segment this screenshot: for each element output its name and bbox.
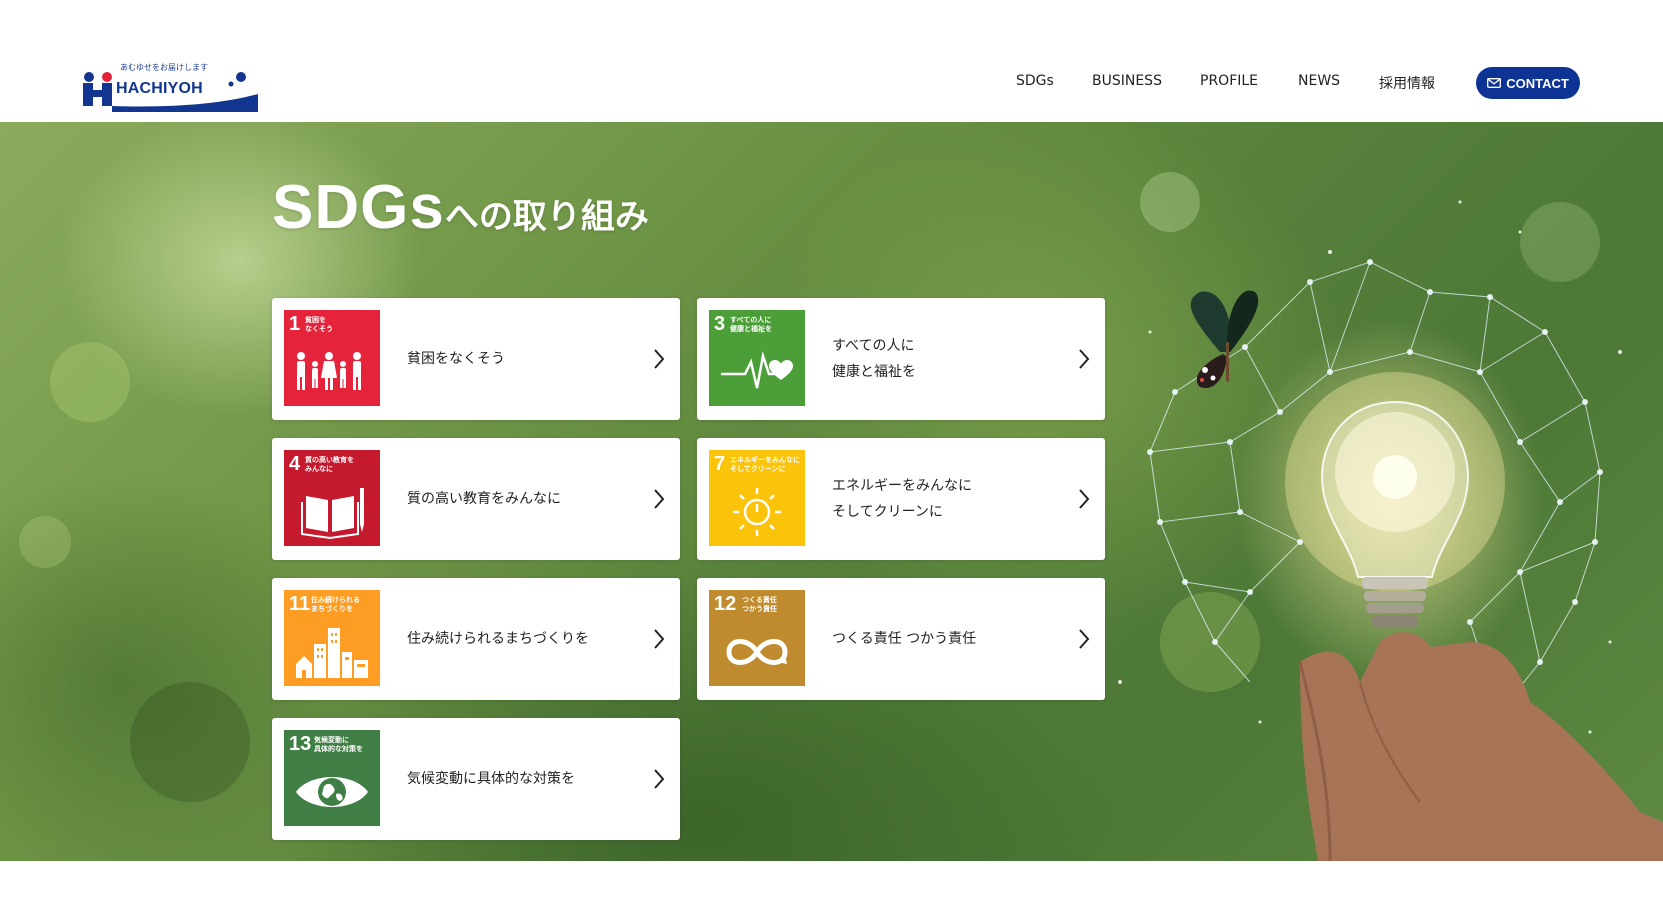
nav-item-recruit[interactable]: 採用情報 — [1379, 73, 1435, 93]
sdg-card-label-line: 健康と福祉を — [832, 364, 916, 380]
sdg-card-label: 貧困をなくそう — [407, 298, 505, 420]
sdg-card-label-line: エネルギーをみんなに — [832, 478, 972, 494]
sdg-goal-tile: 1 貧困を なくそう — [284, 310, 380, 406]
sdg-card-label-line: 貧困をなくそう — [407, 351, 505, 367]
nav-item-business[interactable]: BUSINESS — [1092, 73, 1162, 89]
sdg-goal-subtitle: 貧困を なくそう — [305, 316, 333, 333]
heartbeat-icon — [721, 351, 793, 389]
sdg-goal-number: 4 — [289, 453, 301, 475]
sdg-goal-subtitle: 気候変動に 具体的な対策を — [314, 736, 363, 753]
chevron-right-icon — [1079, 349, 1090, 369]
power-sun-icon — [733, 488, 781, 536]
sdg-card-4[interactable]: 4 質の高い教育を みんなに 質の高い教育をみんなに — [272, 438, 680, 560]
site-header: あむゆせをお届けします HACHIYOH SDGs BUSINESS PROFI… — [0, 0, 1663, 122]
chevron-right-icon — [654, 349, 665, 369]
sdg-goal-tile: 13 気候変動に 具体的な対策を — [284, 730, 380, 826]
sdg-card-label-line: 住み続けられるまちづくりを — [407, 631, 589, 647]
sdg-card-12[interactable]: 12 つくる責任 つかう責任 つくる責任 つかう責任 — [697, 578, 1105, 700]
sdg-card-label: つくる責任 つかう責任 — [832, 578, 976, 700]
earth-eye-icon — [296, 777, 368, 807]
hero-section: SDGsへの取り組み 1 貧困を なくそう 貧困をなくそう 3 すべての人に 健… — [0, 122, 1663, 861]
sdg-goal-tile: 7 エネルギーをみんなに そしてクリーンに — [709, 450, 805, 546]
sdg-goal-number: 7 — [714, 453, 726, 475]
sdg-card-11[interactable]: 11 住み続けられる まちづくりを 住み続けられるまちづくりを — [272, 578, 680, 700]
sdg-goal-tile: 4 質の高い教育を みんなに — [284, 450, 380, 546]
sdg-card-label-line: 気候変動に具体的な対策を — [407, 771, 575, 787]
chevron-right-icon — [654, 769, 665, 789]
page-title: SDGsへの取り組み — [272, 172, 649, 243]
sdg-card-label: 質の高い教育をみんなに — [407, 438, 561, 560]
sdg-card-label: 気候変動に具体的な対策を — [407, 718, 575, 840]
sdg-goal-number: 1 — [289, 313, 301, 335]
sdg-goal-tile: 12 つくる責任 つかう責任 — [709, 590, 805, 686]
contact-button[interactable]: CONTACT — [1476, 67, 1580, 99]
sdg-goal-subtitle: 質の高い教育を みんなに — [305, 456, 354, 473]
sdg-card-label-line: すべての人に — [832, 338, 915, 354]
infinity-icon — [726, 639, 788, 665]
chevron-right-icon — [1079, 629, 1090, 649]
sdg-card-13[interactable]: 13 気候変動に 具体的な対策を 気候変動に具体的な対策を — [272, 718, 680, 840]
contact-label: CONTACT — [1506, 75, 1569, 91]
nav-item-profile[interactable]: PROFILE — [1200, 73, 1258, 89]
mail-icon — [1487, 78, 1502, 88]
sdg-goal-tile: 11 住み続けられる まちづくりを — [284, 590, 380, 686]
sdg-goal-number: 11 — [289, 593, 311, 615]
chevron-right-icon — [1079, 489, 1090, 509]
sdg-goal-subtitle: すべての人に 健康と福祉を — [730, 316, 772, 333]
sdg-goal-subtitle: 住み続けられる まちづくりを — [311, 596, 360, 613]
sdg-goal-subtitle: エネルギーをみんなに そしてクリーンに — [730, 456, 800, 473]
sdg-card-label: 住み続けられるまちづくりを — [407, 578, 589, 700]
sdg-goal-number: 12 — [714, 593, 737, 615]
chevron-right-icon — [654, 629, 665, 649]
sdg-card-label: エネルギーをみんなに そしてクリーンに — [832, 438, 972, 560]
sdg-card-7[interactable]: 7 エネルギーをみんなに そしてクリーンに エネルギーをみんなに そしてクリーン… — [697, 438, 1105, 560]
page-title-main: SDGs — [272, 173, 445, 242]
sdg-goal-tile: 3 すべての人に 健康と福祉を — [709, 310, 805, 406]
chevron-right-icon — [654, 489, 665, 509]
city-icon — [296, 628, 368, 678]
sdg-card-label-line: 質の高い教育をみんなに — [407, 491, 561, 507]
family-icon — [297, 352, 361, 390]
hachiyoh-logo[interactable]: あむゆせをお届けします HACHIYOH — [82, 62, 262, 112]
logo-wordmark: HACHIYOH — [116, 80, 203, 97]
sdg-goal-subtitle: つくる責任 つかう責任 — [742, 596, 777, 613]
sdg-card-label: すべての人に 健康と福祉を — [832, 298, 916, 420]
sdg-goal-number: 3 — [714, 313, 726, 335]
nav-item-news[interactable]: NEWS — [1298, 73, 1340, 89]
sdg-card-label-line: つくる責任 つかう責任 — [832, 631, 977, 647]
sdg-goal-number: 13 — [289, 733, 312, 755]
sdg-card-3[interactable]: 3 すべての人に 健康と福祉を すべての人に 健康と福祉を — [697, 298, 1105, 420]
book-icon — [301, 488, 364, 540]
page-title-rest: への取り組み — [444, 197, 649, 237]
sdg-card-label-line: そしてクリーンに — [832, 504, 943, 520]
nav-item-sdgs[interactable]: SDGs — [1016, 73, 1054, 89]
sdg-card-1[interactable]: 1 貧困を なくそう 貧困をなくそう — [272, 298, 680, 420]
